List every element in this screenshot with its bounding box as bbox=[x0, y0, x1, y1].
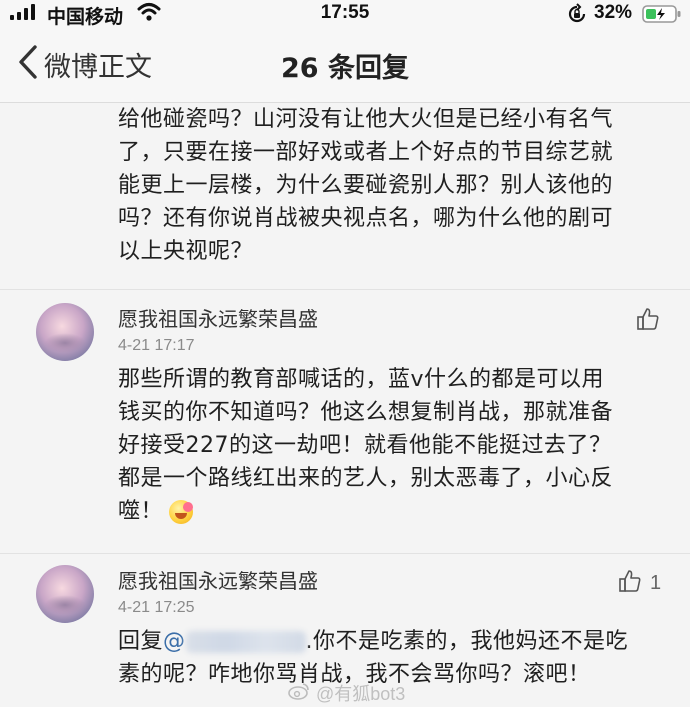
avatar[interactable] bbox=[36, 565, 94, 623]
comment-line: 给他碰瓷吗？山河没有让他大火但是已经小有名气 bbox=[118, 107, 614, 132]
comment-line: 回复@ .你不是吃素的，我他妈还不是吃 bbox=[118, 625, 658, 658]
mention-link[interactable]: @ bbox=[163, 629, 306, 654]
comment-line: 都是一个路线红出来的艺人，别太恶毒了，小心反 bbox=[118, 466, 614, 491]
battery-percent: 32% bbox=[594, 2, 633, 23]
username[interactable]: 愿我祖国永远繁荣昌盛 bbox=[118, 303, 318, 332]
divider bbox=[0, 553, 690, 554]
comment-line: 以上央视呢？ bbox=[118, 239, 254, 264]
watermark-text: @有狐bot3 bbox=[316, 684, 406, 704]
weibo-logo-icon bbox=[288, 682, 310, 705]
comment-line: 钱买的你不知道吗？他这么想复制肖战，那就准备 bbox=[118, 400, 614, 425]
comment-line: 能更上一层楼，为什么要碰瓷别人那？别人该他的 bbox=[118, 173, 614, 198]
page-title: 26 条回复 bbox=[281, 53, 409, 84]
comment-thread: 给他碰瓷吗？山河没有让他大火但是已经小有名气 了，只要在接一部好戏或者上个好点的… bbox=[0, 103, 690, 707]
timestamp: 4-21 17:17 bbox=[118, 337, 195, 354]
like-button[interactable] bbox=[636, 307, 660, 335]
like-button[interactable]: 1 bbox=[618, 569, 661, 597]
like-count: 1 bbox=[650, 571, 662, 594]
watermark: @有狐bot3 bbox=[288, 680, 405, 706]
reply-prefix: 回复 bbox=[118, 629, 164, 654]
comment-line: 吗？还有你说肖战被央视点名，哪为什么他的剧可 bbox=[118, 206, 614, 231]
comment-line: 那些所谓的教育部喊话的，蓝v什么的都是可以用 bbox=[118, 367, 605, 392]
comment-line: 了，只要在接一部好戏或者上个好点的节目综艺就 bbox=[118, 140, 614, 165]
like-icon bbox=[636, 307, 660, 335]
username[interactable]: 愿我祖国永远繁荣昌盛 bbox=[118, 565, 318, 594]
rotation-lock-icon bbox=[566, 3, 588, 30]
comment-line: 噬！ bbox=[118, 495, 658, 528]
comment-line-text: .你不是吃素的，我他妈还不是吃 bbox=[305, 629, 629, 654]
mention-at: @ bbox=[163, 629, 186, 654]
comment-body: 给他碰瓷吗？山河没有让他大火但是已经小有名气 了，只要在接一部好戏或者上个好点的… bbox=[118, 103, 658, 268]
emoji-icon bbox=[169, 500, 194, 524]
status-bar: 中国移动 17:55 32% bbox=[0, 0, 690, 28]
comment-line-text: 噬！ bbox=[118, 499, 164, 524]
nav-bar: 微博正文 26 条回复 bbox=[0, 28, 690, 103]
comment-line: 好接受227的这一劫吧！就看他能不能挺过去了？ bbox=[118, 433, 612, 458]
timestamp: 4-21 17:25 bbox=[118, 599, 195, 616]
comment-body: 那些所谓的教育部喊话的，蓝v什么的都是可以用 钱买的你不知道吗？他这么想复制肖战… bbox=[118, 363, 658, 528]
avatar[interactable] bbox=[36, 303, 94, 361]
blurred-username bbox=[185, 631, 306, 653]
battery-icon bbox=[642, 4, 682, 29]
divider bbox=[0, 289, 690, 290]
like-icon bbox=[618, 569, 642, 597]
